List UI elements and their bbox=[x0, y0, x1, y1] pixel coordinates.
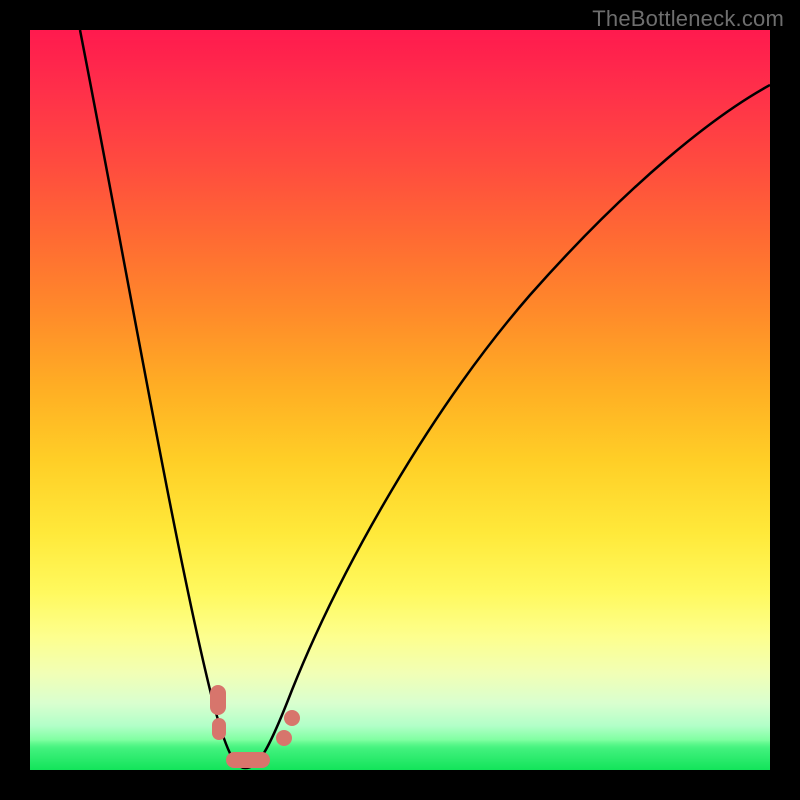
chart-marker bbox=[226, 752, 270, 768]
chart-marker bbox=[210, 685, 226, 715]
chart-marker bbox=[276, 730, 292, 746]
chart-marker bbox=[284, 710, 300, 726]
chart-plot-area bbox=[30, 30, 770, 770]
bottleneck-curve-path bbox=[80, 30, 770, 768]
watermark-text: TheBottleneck.com bbox=[592, 6, 784, 32]
chart-marker bbox=[212, 718, 226, 740]
chart-curve bbox=[30, 30, 770, 770]
